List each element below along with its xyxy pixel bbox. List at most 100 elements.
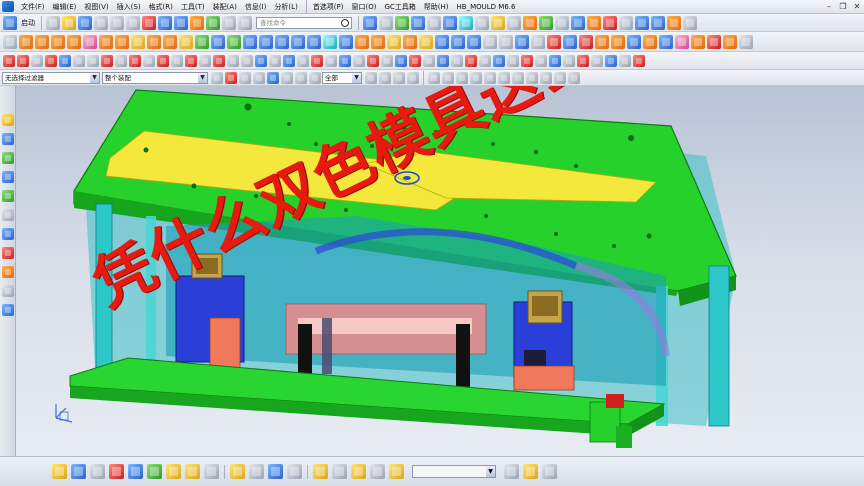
link-curve-icon[interactable]: [577, 54, 589, 67]
transform-icon[interactable]: [619, 54, 631, 67]
fit-view-icon[interactable]: [363, 15, 377, 30]
intersect-icon[interactable]: [179, 34, 193, 49]
sketch-icon[interactable]: [3, 34, 17, 49]
spline-icon[interactable]: [45, 54, 57, 67]
studio-surface-icon[interactable]: [531, 34, 545, 49]
snap-on-curve-icon[interactable]: [526, 71, 538, 84]
assembly-option-select[interactable]: ▼: [412, 465, 496, 478]
system-scene-icon[interactable]: [1, 266, 14, 278]
face-rule-icon[interactable]: [365, 71, 377, 84]
process-studio-icon[interactable]: [1, 228, 14, 240]
extract-curve-icon[interactable]: [255, 54, 267, 67]
curve-analysis-icon[interactable]: [451, 54, 463, 67]
filter-type-icon[interactable]: [211, 71, 223, 84]
reset-filter-icon[interactable]: [309, 71, 321, 84]
snap-quadrant-icon[interactable]: [498, 71, 510, 84]
menu-preferences[interactable]: 首选项(P): [305, 0, 348, 14]
standard-part-icon[interactable]: [579, 34, 593, 49]
select-edge-icon[interactable]: [295, 71, 307, 84]
pocket-icon[interactable]: [83, 34, 97, 49]
intersection-curve-icon[interactable]: [227, 54, 239, 67]
slot-icon[interactable]: [115, 34, 129, 49]
menu-gc-toolbox[interactable]: GC工具箱: [380, 0, 419, 14]
mate-component-icon[interactable]: [109, 464, 124, 479]
gear-icon[interactable]: [313, 464, 328, 479]
cooling-icon[interactable]: [627, 34, 641, 49]
select-component-icon[interactable]: [281, 71, 293, 84]
wcs-icon[interactable]: [539, 15, 553, 30]
menu-insert[interactable]: 插入(S): [113, 0, 145, 14]
settings-icon[interactable]: [683, 15, 697, 30]
runner-icon[interactable]: [659, 34, 673, 49]
assembly-constraint-icon[interactable]: [52, 464, 67, 479]
select-all-icon[interactable]: [571, 15, 585, 30]
curve-parameter-icon[interactable]: [423, 54, 435, 67]
command-search-input[interactable]: 查找命令: [256, 16, 352, 29]
swept-icon[interactable]: [499, 34, 513, 49]
menu-format[interactable]: 格式(R): [145, 0, 177, 14]
layer-icon[interactable]: [206, 15, 220, 30]
section-curve-icon[interactable]: [241, 54, 253, 67]
snap-point-on-face-icon[interactable]: [554, 71, 566, 84]
zoom-icon[interactable]: [379, 15, 393, 30]
datum-axis-icon[interactable]: [479, 54, 491, 67]
text-curve-icon[interactable]: [115, 54, 127, 67]
curve-rule-icon[interactable]: [379, 71, 391, 84]
selection-scope-select[interactable]: 整个装配 ▼: [102, 71, 208, 84]
chevron-down-icon[interactable]: ▼: [352, 72, 361, 83]
sequence-icon[interactable]: [230, 464, 245, 479]
part-navigator-icon[interactable]: [1, 152, 14, 164]
close-icon[interactable]: ✕: [852, 2, 862, 12]
offset-curve-icon[interactable]: [129, 54, 141, 67]
shaded-icon[interactable]: [443, 15, 457, 30]
wave-link-icon[interactable]: [204, 464, 219, 479]
project-curve-icon[interactable]: [143, 54, 155, 67]
return-pin-2[interactable]: [456, 324, 470, 394]
follow-fillet-icon[interactable]: [407, 71, 419, 84]
sew-icon[interactable]: [355, 34, 369, 49]
move-object-icon[interactable]: [605, 54, 617, 67]
info-icon[interactable]: [619, 15, 633, 30]
menu-information[interactable]: 信息(I): [241, 0, 271, 14]
pan-icon[interactable]: [411, 15, 425, 30]
system-materials-icon[interactable]: [1, 285, 14, 297]
delete-face-icon[interactable]: [419, 34, 433, 49]
menu-edit[interactable]: 编辑(E): [49, 0, 81, 14]
select-face-icon[interactable]: [239, 71, 251, 84]
menu-hb-mould[interactable]: HB_MOULD M6.6: [453, 0, 520, 14]
curve-options-icon[interactable]: [633, 54, 645, 67]
raster-image-icon[interactable]: [521, 54, 533, 67]
mirror-curve-icon[interactable]: [325, 54, 337, 67]
split-body-icon[interactable]: [211, 34, 225, 49]
delete-icon[interactable]: [142, 15, 156, 30]
divide-curve-icon[interactable]: [199, 54, 211, 67]
bom-icon[interactable]: [707, 34, 721, 49]
drawing-icon[interactable]: [723, 34, 737, 49]
wedge-right[interactable]: [513, 365, 575, 391]
block-icon[interactable]: [667, 15, 681, 30]
menu-help[interactable]: 帮助(H): [420, 0, 453, 14]
mold-base-icon[interactable]: [563, 34, 577, 49]
history-icon[interactable]: [1, 209, 14, 221]
edit-object-icon[interactable]: [587, 15, 601, 30]
snap-endpoint-icon[interactable]: [428, 71, 440, 84]
new-file-icon[interactable]: [46, 15, 60, 30]
point-icon[interactable]: [101, 54, 113, 67]
pad-icon[interactable]: [99, 34, 113, 49]
reuse-library-icon[interactable]: [1, 171, 14, 183]
general-selection-icon[interactable]: [225, 71, 237, 84]
section-icon[interactable]: [475, 15, 489, 30]
repeat-command-icon[interactable]: [190, 15, 204, 30]
cut-icon[interactable]: [94, 15, 108, 30]
mold-wizard-icon[interactable]: [547, 34, 561, 49]
fillet-curve-icon[interactable]: [213, 54, 225, 67]
electrode-icon[interactable]: [675, 34, 689, 49]
flip-icon[interactable]: [563, 54, 575, 67]
menu-analysis[interactable]: 分析(L): [270, 0, 301, 14]
component-array-icon[interactable]: [147, 464, 162, 479]
shell-icon[interactable]: [291, 34, 305, 49]
copy-icon[interactable]: [110, 15, 124, 30]
menu-file[interactable]: 文件(F): [17, 0, 49, 14]
edit-curve-icon[interactable]: [409, 54, 421, 67]
paste-icon[interactable]: [126, 15, 140, 30]
